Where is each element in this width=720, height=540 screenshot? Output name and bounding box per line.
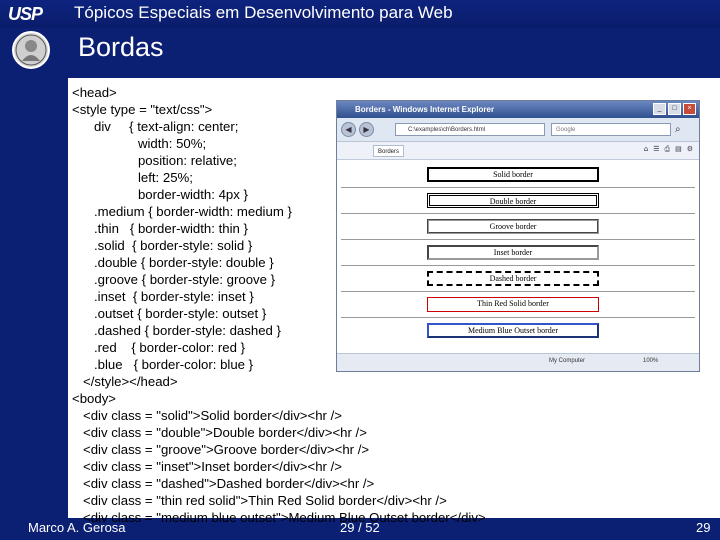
home-icon[interactable]: ⌂ [644,145,648,154]
code-line: <div class = "inset">Inset border</div><… [72,459,342,474]
search-input[interactable]: Google [551,123,671,136]
code-line: </style></head> [72,374,178,389]
browser-window-title: Borders - Windows Internet Explorer [355,105,495,114]
border-demo-double: Double border [427,193,599,208]
border-demo-solid: Thin Red Solid border [427,297,599,312]
horizontal-rule [341,239,695,240]
horizontal-rule [341,291,695,292]
close-icon[interactable]: × [683,103,696,115]
print-icon[interactable]: ⎙ [664,145,670,154]
page-icon[interactable]: ▤ [675,145,682,154]
minimize-icon[interactable]: _ [653,103,666,115]
border-demo-solid: Solid border [427,167,599,182]
border-demo-dashed: Dashed border [427,271,599,286]
code-line: <head> [72,85,117,100]
usp-logo: USP [8,4,43,24]
horizontal-rule [341,317,695,318]
code-line: <div class = "double">Double border</div… [72,425,367,440]
horizontal-rule [341,213,695,214]
browser-status-bar: My Computer 100% [337,353,699,371]
slide-title: Bordas [78,32,164,62]
border-demo-groove: Groove border [427,219,599,234]
slide-content: <head> <style type = "text/css"> div { te… [68,78,720,525]
forward-arrow-icon[interactable]: ▶ [359,122,374,137]
rendered-page: Solid border Double border Groove border In… [337,161,699,351]
horizontal-rule [341,265,695,266]
footer-page-indicator: 29 / 52 [340,520,380,535]
border-demo-outset: Medium Blue Outset border [427,323,599,338]
search-icon[interactable]: ⌕ [675,124,681,135]
code-line: <div class = "thin red solid">Thin Red S… [72,493,447,508]
border-demo-inset: Inset border [427,245,599,260]
url-input[interactable]: C:\examples\ch\Borders.html [395,123,545,136]
favorites-bar: Borders ⌂ ☰ ⎙ ▤ ⚙ [337,142,699,160]
code-line: <div class = "medium blue outset">Medium… [72,510,486,525]
maximize-icon[interactable]: □ [668,103,681,115]
code-line: <div class = "solid">Solid border</div><… [72,408,342,423]
browser-title-bar: Borders - Windows Internet Explorer _ □ … [337,101,699,118]
back-arrow-icon[interactable]: ◀ [341,122,356,137]
code-line: <body> [72,391,116,406]
browser-screenshot: Borders - Windows Internet Explorer _ □ … [336,100,700,372]
code-line: <div class = "groove">Groove border</div… [72,442,370,457]
code-line: <div class = "dashed">Dashed border</div… [72,476,375,491]
footer-slide-number: 29 [696,520,711,535]
course-title: Tópicos Especiais em Desenvolvimento par… [74,3,453,22]
security-zone: My Computer [549,358,586,364]
university-seal-icon [12,31,50,69]
zoom-level[interactable]: 100% [643,358,658,364]
tab-borders[interactable]: Borders [373,145,405,157]
horizontal-rule [341,187,695,188]
tools-gear-icon[interactable]: ⚙ [687,145,693,154]
feed-icon[interactable]: ☰ [653,145,659,154]
browser-address-bar: ◀ ▶ C:\examples\ch\Borders.html Google ⌕ [337,118,699,142]
footer-author: Marco A. Gerosa [28,520,126,535]
